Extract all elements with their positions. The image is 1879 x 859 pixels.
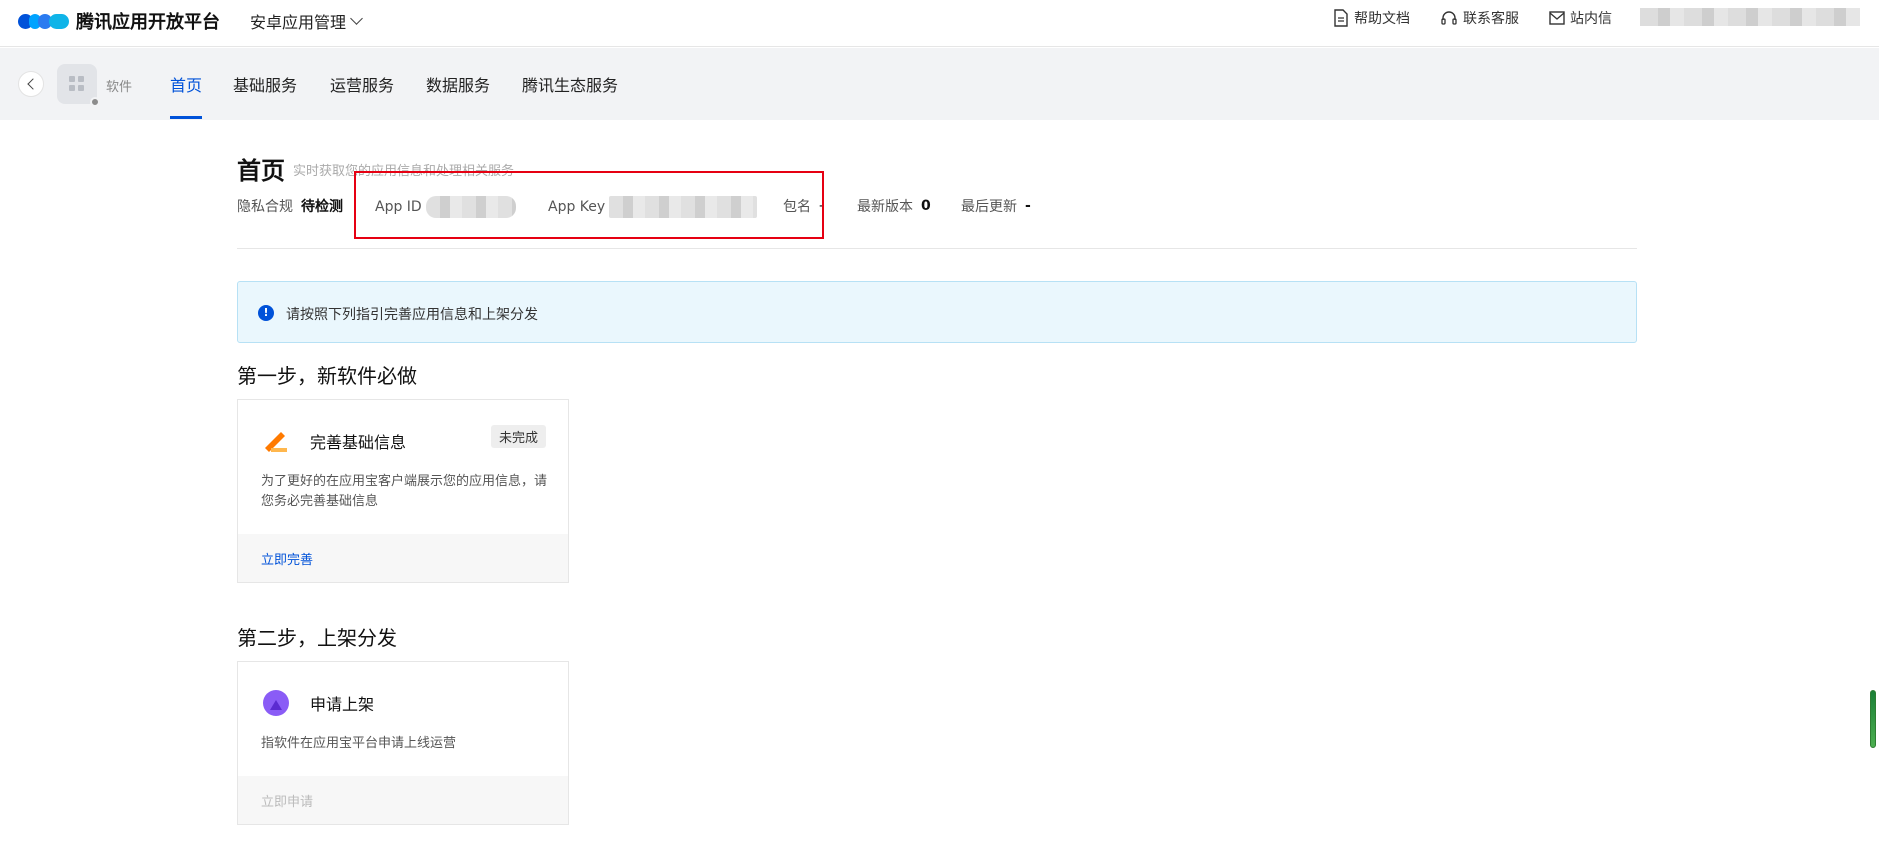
apply-listing-card: 申请上架 指软件在应用宝平台申请上线运营 立即申请 bbox=[237, 661, 569, 825]
app-name: 软件 bbox=[106, 80, 133, 95]
help-docs-label: 帮助文档 bbox=[1354, 11, 1410, 27]
privacy-value: 待检测 bbox=[301, 199, 343, 215]
edit-icon bbox=[265, 432, 287, 452]
step-2-title: 第二步，上架分发 bbox=[237, 626, 397, 650]
card-description: 指软件在应用宝平台申请上线运营 bbox=[261, 736, 457, 751]
latest-version: 最新版本 0 bbox=[857, 196, 931, 216]
version-label: 最新版本 bbox=[857, 199, 913, 215]
contact-support-link[interactable]: 联系客服 bbox=[1440, 8, 1519, 28]
brand-title: 腾讯应用开放平台 bbox=[76, 12, 220, 33]
tab-data-services[interactable]: 数据服务 bbox=[426, 72, 490, 96]
tab-basic-services[interactable]: 基础服务 bbox=[233, 72, 297, 96]
last-updated: 最后更新 - bbox=[961, 196, 1031, 216]
inbox-label: 站内信 bbox=[1570, 11, 1612, 27]
header-divider bbox=[237, 248, 1637, 249]
app-avatar bbox=[57, 64, 100, 107]
app-grid-icon bbox=[69, 76, 85, 92]
annotation-highlight-box bbox=[354, 171, 824, 239]
logo-icon bbox=[18, 11, 70, 31]
publish-icon bbox=[263, 690, 289, 716]
headset-icon bbox=[1441, 11, 1457, 25]
page-title: 首页 bbox=[237, 157, 285, 185]
inbox-link[interactable]: 站内信 bbox=[1549, 8, 1612, 28]
version-value: 0 bbox=[921, 198, 931, 214]
status-dot bbox=[90, 97, 100, 107]
app-switch-dropdown[interactable]: 安卓应用管理 bbox=[250, 9, 363, 33]
card-footer: 立即完善 bbox=[238, 534, 568, 582]
card-description: 为了更好的在应用宝客户端展示您的应用信息，请您务必完善基础信息 bbox=[261, 474, 548, 509]
document-icon bbox=[1334, 9, 1348, 27]
top-header: 腾讯应用开放平台 安卓应用管理 帮助文档 联系客服 站内信 bbox=[0, 0, 1879, 47]
card-title: 完善基础信息 bbox=[310, 433, 407, 452]
status-badge: 未完成 bbox=[490, 425, 546, 448]
chevron-down-icon bbox=[350, 12, 363, 25]
updated-value: - bbox=[1025, 198, 1031, 214]
app-switch-label: 安卓应用管理 bbox=[250, 13, 347, 32]
notice-text: 请按照下列指引完善应用信息和上架分发 bbox=[286, 307, 538, 323]
contact-label: 联系客服 bbox=[1463, 11, 1519, 27]
mail-icon bbox=[1549, 11, 1565, 25]
card-footer: 立即申请 bbox=[238, 776, 568, 824]
active-tab-indicator bbox=[170, 116, 202, 119]
privacy-label: 隐私合规 bbox=[237, 199, 293, 215]
basic-info-card: 完善基础信息 未完成 为了更好的在应用宝客户端展示您的应用信息，请您务必完善基础… bbox=[237, 399, 569, 583]
updated-label: 最后更新 bbox=[961, 199, 1017, 215]
info-icon: ! bbox=[258, 305, 274, 321]
scrollbar-thumb[interactable] bbox=[1870, 690, 1876, 748]
complete-now-link[interactable]: 立即完善 bbox=[261, 549, 313, 568]
app-subnav: 软件 首页 基础服务 运营服务 数据服务 腾讯生态服务 bbox=[0, 48, 1879, 120]
guide-notice: ! 请按照下列指引完善应用信息和上架分发 bbox=[237, 281, 1637, 343]
tab-operation-services[interactable]: 运营服务 bbox=[330, 72, 394, 96]
privacy-compliance: 隐私合规 待检测 bbox=[237, 196, 343, 216]
tab-tencent-ecosystem[interactable]: 腾讯生态服务 bbox=[522, 72, 618, 96]
brand-logo[interactable]: 腾讯应用开放平台 bbox=[18, 8, 220, 34]
user-account-redacted[interactable] bbox=[1640, 8, 1860, 26]
card-title: 申请上架 bbox=[310, 695, 375, 714]
apply-now-link[interactable]: 立即申请 bbox=[261, 791, 313, 810]
step-1-title: 第一步，新软件必做 bbox=[237, 364, 417, 388]
back-button[interactable] bbox=[18, 71, 44, 97]
tab-home[interactable]: 首页 bbox=[170, 72, 202, 96]
help-docs-link[interactable]: 帮助文档 bbox=[1333, 8, 1410, 28]
